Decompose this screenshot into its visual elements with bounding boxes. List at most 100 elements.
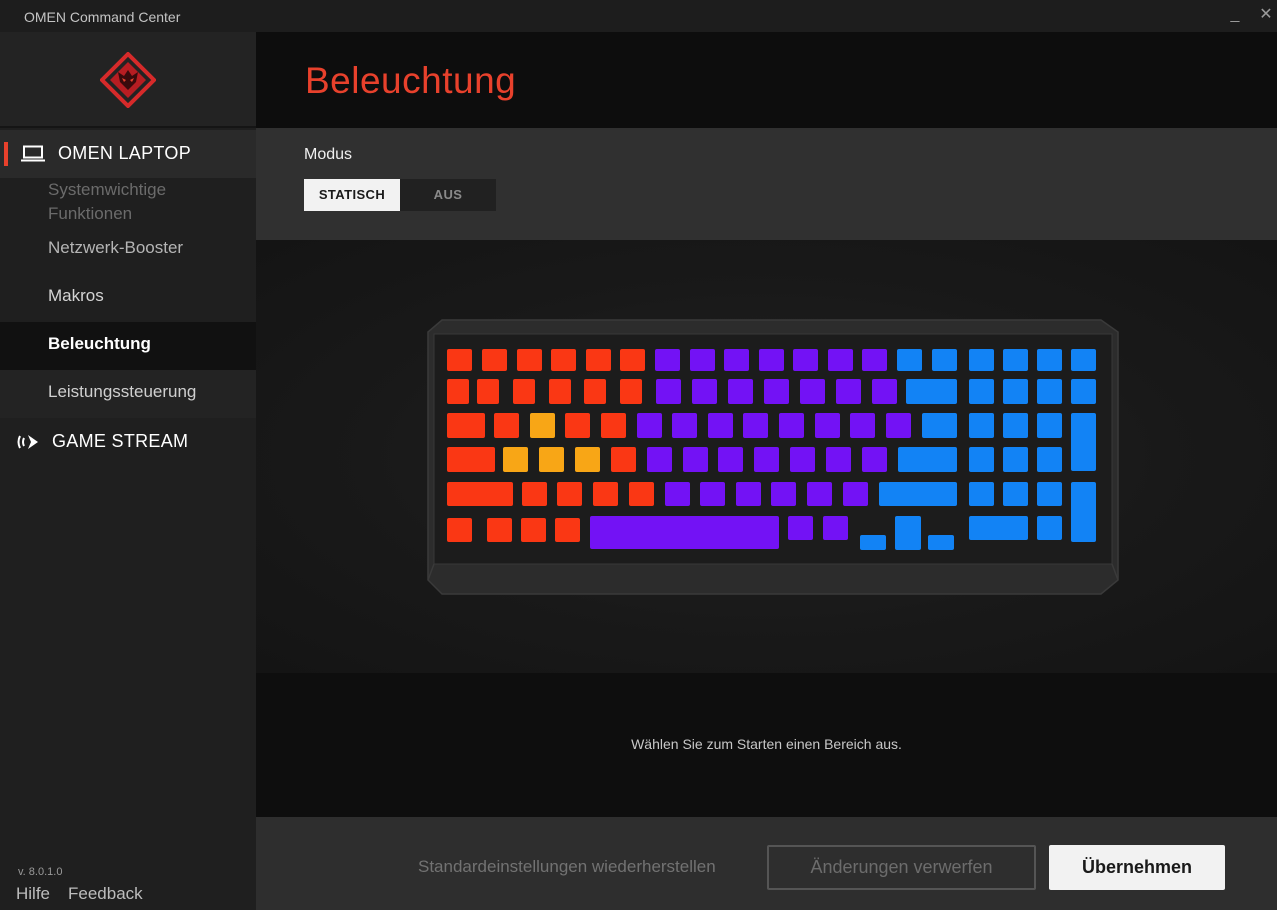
keyboard-key-purple-zone[interactable] [850, 413, 875, 438]
keyboard-key-purple-zone[interactable] [862, 447, 887, 472]
keyboard-key-red-zone[interactable] [494, 413, 519, 438]
keyboard-key-purple-zone[interactable] [823, 516, 848, 540]
keyboard-key-red-zone[interactable] [522, 482, 547, 506]
keyboard-key-blue-zone[interactable] [1071, 379, 1096, 404]
keyboard-key-red-zone[interactable] [620, 379, 642, 404]
keyboard-key-purple-zone[interactable] [759, 349, 784, 371]
keyboard-key-purple-zone[interactable] [718, 447, 743, 472]
keyboard-key-red-zone[interactable] [601, 413, 626, 438]
keyboard-key-red-zone[interactable] [513, 379, 535, 404]
keyboard-key-red-zone[interactable] [611, 447, 636, 472]
keyboard-key-purple-zone[interactable] [862, 349, 887, 371]
keyboard-key-purple-zone[interactable] [764, 379, 789, 404]
keyboard-key-purple-zone[interactable] [815, 413, 840, 438]
keyboard-key-blue-zone[interactable] [969, 447, 994, 472]
keyboard-key-purple-zone[interactable] [700, 482, 725, 506]
keyboard-key-purple-zone[interactable] [708, 413, 733, 438]
keyboard-key-blue-zone[interactable] [932, 349, 957, 371]
keyboard-key-purple-zone[interactable] [728, 379, 753, 404]
keyboard-key-blue-zone[interactable] [879, 482, 957, 506]
keyboard-key-purple-zone[interactable] [754, 447, 779, 472]
keyboard-key-red-zone[interactable] [593, 482, 618, 506]
keyboard-key-blue-zone[interactable] [969, 482, 994, 506]
keyboard-key-purple-zone[interactable] [771, 482, 796, 506]
keyboard-key-purple-zone[interactable] [656, 379, 681, 404]
sidebar-item-leistungssteuerung[interactable]: Leistungssteuerung [0, 370, 256, 418]
keyboard-key-red-zone[interactable] [517, 349, 542, 371]
keyboard-key-blue-zone[interactable] [1037, 349, 1062, 371]
keyboard-key-purple-zone[interactable] [672, 413, 697, 438]
keyboard-key-purple-zone[interactable] [690, 349, 715, 371]
keyboard-key-purple-zone[interactable] [793, 349, 818, 371]
keyboard-key-purple-zone[interactable] [655, 349, 680, 371]
keyboard-key-red-zone[interactable] [555, 518, 580, 542]
keyboard-key-purple-zone[interactable] [790, 447, 815, 472]
keyboard-key-blue-zone[interactable] [1037, 447, 1062, 472]
keyboard-key-purple-zone[interactable] [692, 379, 717, 404]
keyboard-key-blue-zone[interactable] [1037, 413, 1062, 438]
keyboard-key-purple-zone[interactable] [836, 379, 861, 404]
keyboard-key-blue-zone[interactable] [1037, 516, 1062, 540]
keyboard-key-orange-zone[interactable] [539, 447, 564, 472]
keyboard-key-purple-zone[interactable] [800, 379, 825, 404]
apply-button[interactable]: Übernehmen [1049, 845, 1225, 890]
sidebar-item-makros[interactable]: Makros [0, 274, 256, 322]
keyboard-key-red-zone[interactable] [447, 379, 469, 404]
keyboard-key-blue-zone[interactable] [898, 447, 957, 472]
keyboard-key-red-zone[interactable] [584, 379, 606, 404]
keyboard-key-blue-zone[interactable] [860, 535, 886, 550]
discard-changes-button[interactable]: Änderungen verwerfen [767, 845, 1036, 890]
keyboard-key-red-zone[interactable] [487, 518, 512, 542]
mode-off-button[interactable]: AUS [400, 179, 496, 211]
keyboard-key-purple-zone[interactable] [828, 349, 853, 371]
keyboard-key-blue-zone[interactable] [1071, 413, 1096, 471]
keyboard-key-red-zone[interactable] [620, 349, 645, 371]
nav-omen-laptop[interactable]: OMEN LAPTOP [0, 130, 256, 178]
feedback-link[interactable]: Feedback [68, 884, 143, 904]
keyboard-key-blue-zone[interactable] [969, 413, 994, 438]
keyboard-key-blue-zone[interactable] [1071, 482, 1096, 542]
sidebar-item-beleuchtung[interactable]: Beleuchtung [0, 322, 256, 370]
keyboard-key-blue-zone[interactable] [1003, 447, 1028, 472]
keyboard-key-red-zone[interactable] [557, 482, 582, 506]
keyboard-key-blue-zone[interactable] [906, 379, 957, 404]
keyboard-key-purple-zone[interactable] [736, 482, 761, 506]
keyboard-key-blue-zone[interactable] [897, 349, 922, 371]
nav-game-stream[interactable]: GAME STREAM [0, 418, 256, 466]
keyboard-key-purple-zone[interactable] [826, 447, 851, 472]
keyboard-key-blue-zone[interactable] [1003, 349, 1028, 371]
keyboard-key-red-zone[interactable] [521, 518, 546, 542]
keyboard-key-orange-zone[interactable] [530, 413, 555, 438]
keyboard-key-purple-zone[interactable] [886, 413, 911, 438]
keyboard-key-purple-zone[interactable] [647, 447, 672, 472]
keyboard-key-blue-zone[interactable] [1071, 349, 1096, 371]
keyboard-key-red-zone[interactable] [477, 379, 499, 404]
keyboard-key-blue-zone[interactable] [1003, 413, 1028, 438]
keyboard-key-blue-zone[interactable] [1037, 482, 1062, 506]
sidebar-item-netzwerk-booster[interactable]: Netzwerk-Booster [0, 226, 256, 274]
keyboard-key-orange-zone[interactable] [503, 447, 528, 472]
keyboard-key-purple-zone[interactable] [807, 482, 832, 506]
keyboard-key-blue-zone[interactable] [969, 379, 994, 404]
keyboard-key-red-zone[interactable] [447, 413, 485, 438]
keyboard-key-red-zone[interactable] [482, 349, 507, 371]
keyboard-key-purple-zone[interactable] [665, 482, 690, 506]
keyboard-key-purple-zone[interactable] [683, 447, 708, 472]
keyboard-key-purple-zone[interactable] [779, 413, 804, 438]
keyboard-key-blue-zone[interactable] [928, 535, 954, 550]
keyboard-key-blue-zone[interactable] [969, 349, 994, 371]
keyboard-key-red-zone[interactable] [629, 482, 654, 506]
keyboard-key-blue-zone[interactable] [1003, 482, 1028, 506]
keyboard-key-blue-zone[interactable] [895, 516, 921, 550]
keyboard-key-purple-zone[interactable] [637, 413, 662, 438]
keyboard-key-blue-zone[interactable] [1037, 379, 1062, 404]
close-button[interactable]: ✕ [1255, 4, 1277, 26]
keyboard-key-red-zone[interactable] [447, 447, 495, 472]
help-link[interactable]: Hilfe [16, 884, 50, 904]
keyboard-key-red-zone[interactable] [447, 349, 472, 371]
keyboard-key-purple-zone[interactable] [590, 516, 779, 549]
keyboard-key-red-zone[interactable] [565, 413, 590, 438]
keyboard-key-red-zone[interactable] [586, 349, 611, 371]
keyboard-key-red-zone[interactable] [447, 482, 513, 506]
reset-defaults-button[interactable]: Standardeinstellungen wiederherstellen [418, 857, 716, 877]
